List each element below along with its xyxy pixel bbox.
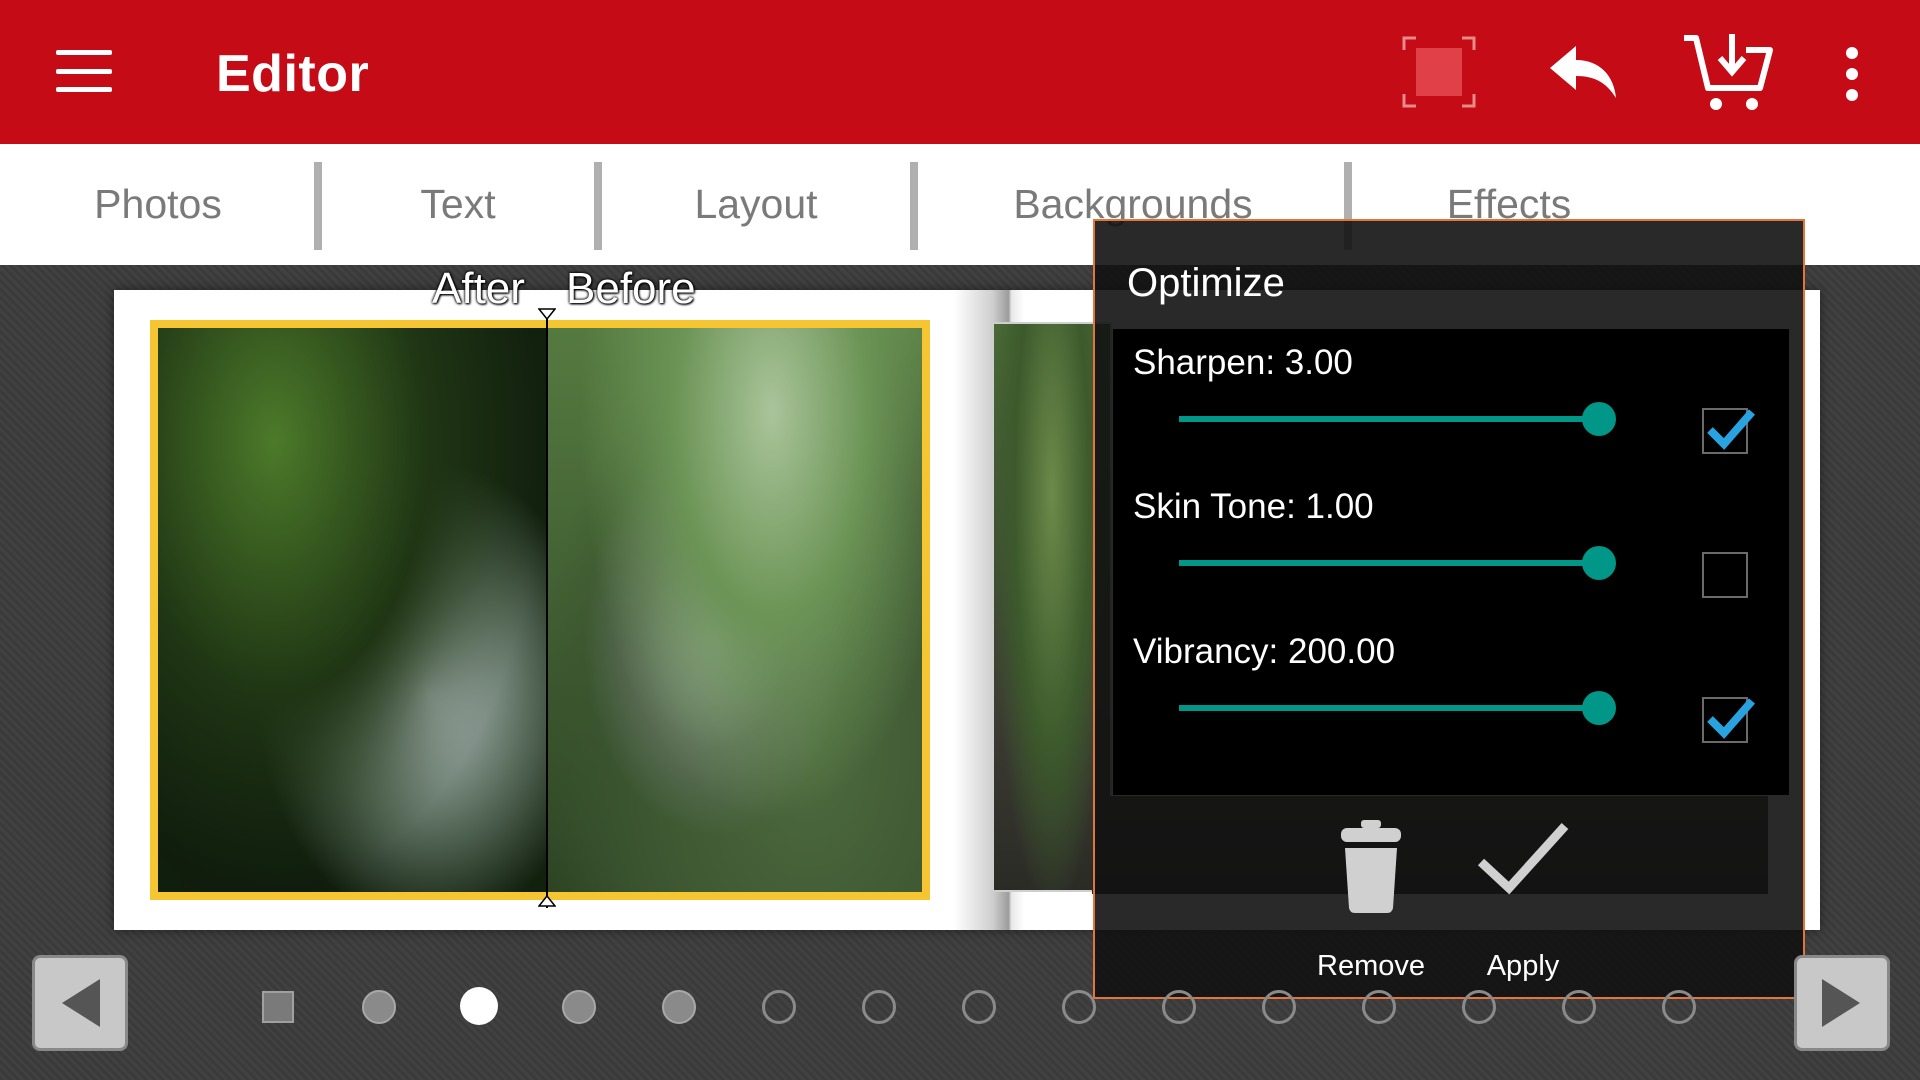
sharpen-row: Sharpen: 3.00	[1113, 329, 1789, 469]
apply-label: Apply	[1486, 950, 1560, 982]
tab-photos[interactable]: Photos	[0, 144, 316, 265]
more-vert-icon[interactable]	[1840, 46, 1864, 102]
page-indicator-empty[interactable]	[1462, 990, 1496, 1024]
split-arrow-up-icon[interactable]	[538, 895, 556, 907]
page-indicator-empty[interactable]	[762, 990, 796, 1024]
trash-icon	[1341, 820, 1401, 913]
vibrancy-label: Vibrancy: 200.00	[1133, 632, 1396, 671]
app-bar: Editor	[0, 0, 1920, 144]
undo-icon[interactable]	[1548, 42, 1620, 102]
tab-text[interactable]: Text	[322, 144, 594, 265]
skin-tone-slider[interactable]	[1179, 560, 1599, 566]
before-label: Before	[566, 264, 696, 313]
arrow-left-icon	[62, 979, 100, 1027]
arrow-right-icon	[1822, 979, 1860, 1027]
skin-tone-slider-thumb[interactable]	[1582, 546, 1616, 580]
page-indicator-filled[interactable]	[662, 990, 696, 1024]
optimize-panel: Optimize Sharpen: 3.00 Skin Tone: 1.00 V…	[1093, 219, 1805, 999]
vibrancy-checkbox[interactable]	[1702, 697, 1756, 743]
photo-after-half	[158, 328, 546, 892]
page-indicator-empty[interactable]	[1262, 990, 1296, 1024]
vibrancy-row: Vibrancy: 200.00	[1113, 618, 1789, 758]
menu-icon[interactable]	[56, 50, 112, 92]
before-after-split-handle[interactable]	[546, 312, 548, 908]
remove-label: Remove	[1317, 950, 1425, 982]
tab-divider	[910, 162, 918, 250]
skin-tone-row: Skin Tone: 1.00	[1113, 473, 1789, 613]
vibrancy-slider-thumb[interactable]	[1582, 691, 1616, 725]
page-indicator-empty[interactable]	[1662, 990, 1696, 1024]
frame-select-icon[interactable]	[1402, 36, 1476, 108]
page-indicator-empty[interactable]	[1562, 990, 1596, 1024]
sharpen-checkbox[interactable]	[1702, 408, 1756, 454]
selected-photo[interactable]	[150, 320, 930, 900]
tab-divider	[594, 162, 602, 250]
page-indicator-current[interactable]	[460, 987, 498, 1025]
vibrancy-slider[interactable]	[1179, 705, 1599, 711]
next-page-button[interactable]	[1794, 955, 1890, 1051]
remove-button[interactable]: Remove	[1306, 818, 1436, 982]
apply-button[interactable]: Apply	[1458, 818, 1588, 982]
optimize-title: Optimize	[1127, 261, 1285, 305]
after-label: After	[432, 264, 525, 313]
check-icon	[1707, 409, 1756, 450]
sharpen-slider[interactable]	[1179, 416, 1599, 422]
skin-tone-checkbox[interactable]	[1702, 552, 1748, 598]
page-indicator-cover[interactable]	[262, 991, 294, 1023]
page-indicator-empty[interactable]	[1162, 990, 1196, 1024]
tab-layout[interactable]: Layout	[602, 144, 910, 265]
previous-page-button[interactable]	[32, 955, 128, 1051]
page-indicator-empty[interactable]	[962, 990, 996, 1024]
check-icon	[1707, 698, 1756, 739]
sharpen-label: Sharpen: 3.00	[1133, 343, 1353, 382]
skin-tone-label: Skin Tone: 1.00	[1133, 487, 1374, 526]
checkmark-icon	[1477, 822, 1569, 895]
page-indicator-empty[interactable]	[862, 990, 896, 1024]
page-indicator-empty[interactable]	[1362, 990, 1396, 1024]
page-title: Editor	[216, 45, 370, 103]
split-arrow-down-icon[interactable]	[538, 308, 556, 320]
sharpen-slider-thumb[interactable]	[1582, 402, 1616, 436]
tab-divider	[314, 162, 322, 250]
optimize-sliders: Sharpen: 3.00 Skin Tone: 1.00 Vibrancy: …	[1113, 329, 1789, 795]
page-indicator-filled[interactable]	[562, 990, 596, 1024]
cart-download-icon[interactable]	[1682, 32, 1774, 112]
page-indicator-filled[interactable]	[362, 990, 396, 1024]
page-indicator-empty[interactable]	[1062, 990, 1096, 1024]
photo-before-half	[546, 328, 922, 892]
